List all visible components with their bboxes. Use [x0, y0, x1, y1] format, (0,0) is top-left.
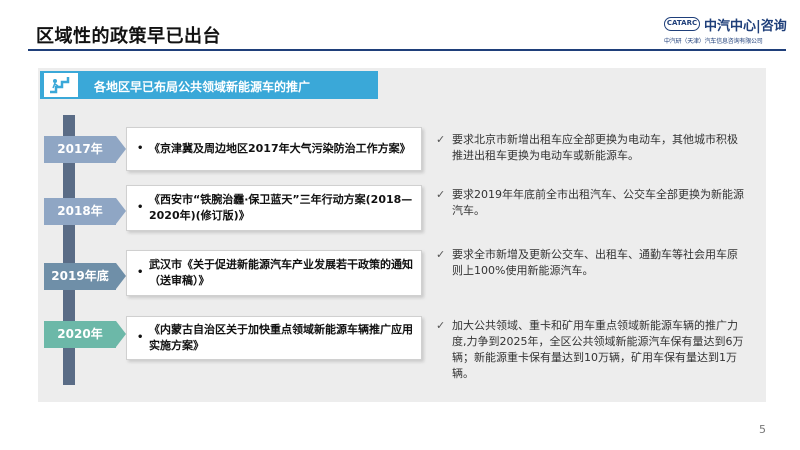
requirement-text: 要求北京市新增出租车应全部更换为电动车，其他城市积极推进出租车更换为电动车或新能… [452, 133, 738, 162]
year-label: 2019年底 [51, 269, 109, 283]
year-arrow [116, 136, 126, 162]
bullet-icon: • [137, 143, 144, 154]
requirement-2019: ✓ 要求全市新增及更新公交车、出租车、通勤车等社会用车原则上100%使用新能源汽… [436, 247, 746, 281]
page-number: 5 [759, 423, 766, 436]
check-icon: ✓ [436, 188, 446, 201]
logo-sub-text: 中汽研（天津）汽车信息咨询有限公司 [664, 38, 763, 45]
requirement-2018: ✓ 要求2019年年底前全市出租汽车、公交车全部更换为新能源汽车。 [436, 187, 746, 221]
requirement-text: 要求全市新增及更新公交车、出租车、通勤车等社会用车原则上100%使用新能源汽车。 [452, 248, 738, 277]
banner-title: 各地区早已布局公共领域新能源车的推广 [94, 80, 311, 94]
year-tab-2019: 2019年底 [44, 263, 126, 290]
policy-text: 《京津冀及周边地区2017年大气污染防治工作方案》 [149, 142, 411, 155]
year-label: 2020年 [57, 327, 103, 341]
check-icon: ✓ [436, 319, 446, 332]
year-arrow [116, 321, 126, 347]
year-arrow [116, 263, 126, 289]
policy-box-2019: • 武汉市《关于促进新能源汽车产业发展若干政策的通知（送审稿）》 [126, 250, 422, 296]
page-title: 区域性的政策早已出台 [36, 26, 221, 47]
year-tab-2020: 2020年 [44, 321, 126, 348]
year-tab-2018: 2018年 [44, 198, 126, 225]
staircase-icon [50, 77, 70, 94]
bullet-icon: • [137, 202, 144, 213]
policy-box-2018: • 《西安市“铁腕治霾·保卫蓝天”三年行动方案(2018—2020年)(修订版)… [126, 185, 422, 231]
policy-text: 《西安市“铁腕治霾·保卫蓝天”三年行动方案(2018—2020年)(修订版)》 [149, 193, 413, 222]
bullet-icon: • [137, 332, 144, 343]
check-icon: ✓ [436, 248, 446, 261]
year-tab-2017: 2017年 [44, 136, 126, 163]
policy-text: 《内蒙古自治区关于加快重点领域新能源车辆推广应用实施方案》 [149, 323, 413, 352]
company-logo: CATARC 中汽中心|咨询 中汽研（天津）汽车信息咨询有限公司 [664, 14, 788, 45]
policy-box-2020: • 《内蒙古自治区关于加快重点领域新能源车辆推广应用实施方案》 [126, 316, 422, 360]
title-underline [28, 49, 786, 51]
requirement-2020: ✓ 加大公共领域、重卡和矿用车重点领域新能源车辆的推广力度,力争到2025年，全… [436, 318, 746, 384]
policy-box-2017: • 《京津冀及周边地区2017年大气污染防治工作方案》 [126, 127, 422, 171]
requirement-2017: ✓ 要求北京市新增出租车应全部更换为电动车，其他城市积极推进出租车更换为电动车或… [436, 132, 746, 166]
policy-text: 武汉市《关于促进新能源汽车产业发展若干政策的通知（送审稿）》 [149, 258, 413, 287]
requirement-text: 加大公共领域、重卡和矿用车重点领域新能源车辆的推广力度,力争到2025年，全区公… [452, 319, 744, 380]
year-arrow [116, 198, 126, 224]
logo-badge-icon: CATARC [664, 17, 700, 31]
requirement-text: 要求2019年年底前全市出租汽车、公交车全部更换为新能源汽车。 [452, 188, 744, 217]
check-icon: ✓ [436, 133, 446, 146]
year-label: 2017年 [57, 142, 103, 156]
logo-main-text: 中汽中心|咨询 [704, 19, 787, 34]
year-label: 2018年 [57, 204, 103, 218]
bullet-icon: • [137, 267, 144, 278]
